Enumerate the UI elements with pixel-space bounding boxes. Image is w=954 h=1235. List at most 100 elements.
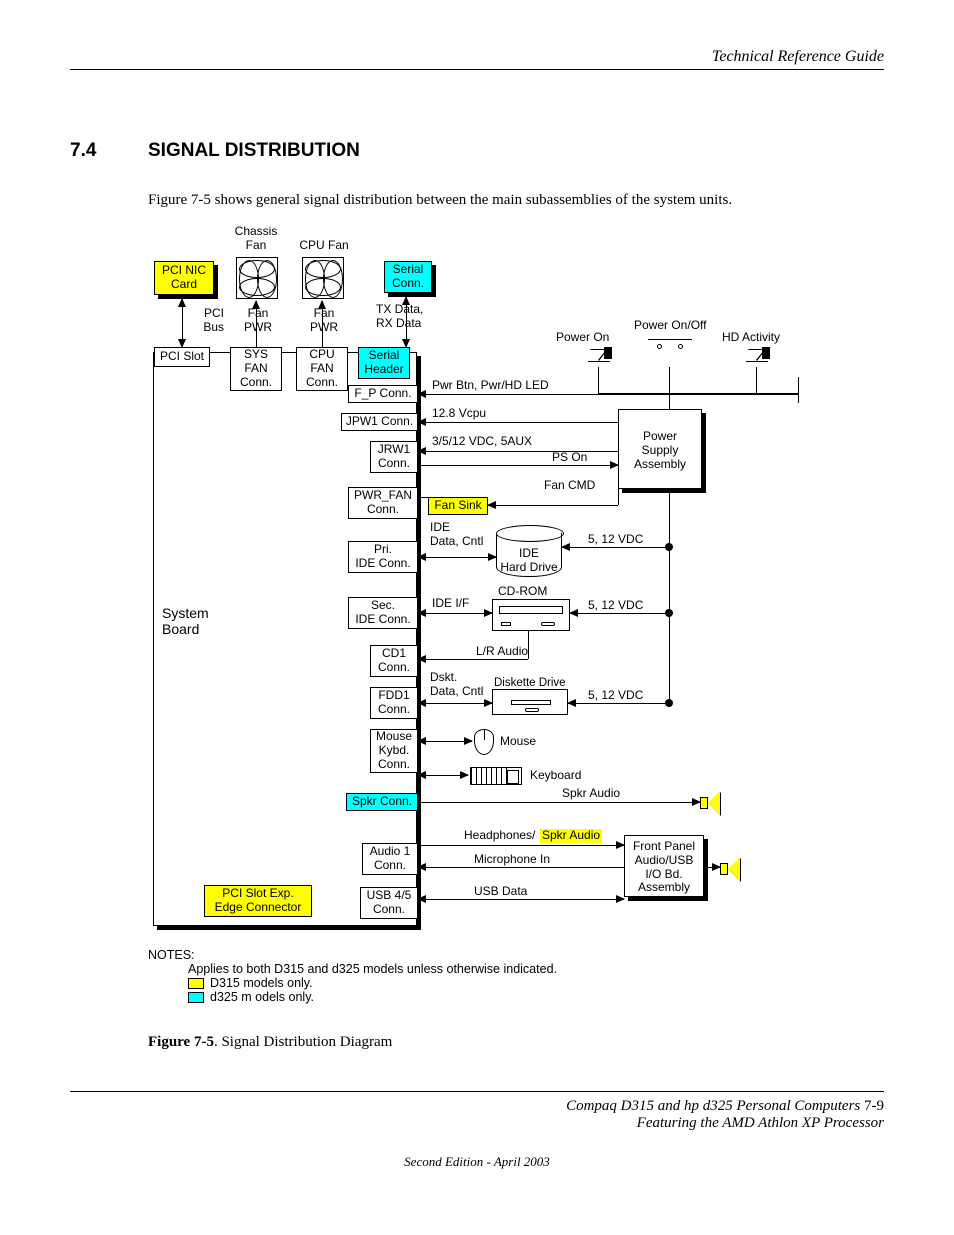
system-board-label: System Board — [162, 605, 209, 637]
arrow-serial — [406, 297, 407, 347]
arr-lraudio-up — [528, 631, 529, 659]
sig-hp: Headphones/ — [464, 829, 535, 843]
arr-vdcaux — [418, 451, 618, 452]
arr-ide-pwr — [562, 547, 670, 548]
arr-mic — [418, 867, 624, 868]
label-diskette: Diskette Drive — [494, 677, 566, 690]
arr-fan-stub — [418, 497, 428, 498]
box-audio1: Audio 1 Conn. — [362, 843, 418, 875]
box-psu: Power Supply Assembly — [618, 409, 702, 489]
arr-fp — [418, 394, 798, 395]
diskette-icon — [492, 689, 568, 715]
box-jrw1: JRW1 Conn. — [370, 441, 418, 473]
notes-d325: d325 m odels only. — [210, 990, 314, 1004]
label-pci-bus: PCI Bus — [190, 307, 224, 335]
box-cpu-fan: CPU FAN Conn. — [296, 347, 348, 391]
section-number: 7.4 — [70, 140, 148, 162]
arr-fp-up — [798, 377, 799, 395]
section-title: SIGNAL DISTRIBUTION — [148, 140, 360, 162]
footer-line2: Featuring the AMD Athlon XP Processor — [70, 1115, 884, 1132]
sig-512-3: 5, 12 VDC — [588, 689, 643, 703]
intro-text: Figure 7-5 shows general signal distribu… — [148, 192, 884, 209]
signal-diagram: System Board Chassis Fan CPU Fan PCI NIC… — [148, 227, 818, 930]
arr-ideif — [418, 613, 492, 614]
box-fp-conn: F_P Conn. — [348, 385, 418, 403]
section-heading: 7.4 SIGNAL DISTRIBUTION — [70, 140, 884, 162]
box-jpw1: JPW1 Conn. — [341, 413, 418, 431]
legend-yellow-icon — [188, 978, 204, 989]
label-hd-activity: HD Activity — [722, 331, 780, 345]
sig-pwrbtn: Pwr Btn, Pwr/HD LED — [432, 379, 549, 393]
box-sys-fan: SYS FAN Conn. — [230, 347, 282, 391]
arr-usb — [418, 899, 624, 900]
box-spkr-conn: Spkr Conn. — [346, 793, 418, 811]
page-header: Technical Reference Guide — [70, 48, 884, 70]
box-pci-edge: PCI Slot Exp. Edge Connector — [204, 885, 312, 917]
chassis-fan-icon — [236, 257, 278, 299]
footer-line1: Compaq D315 and hp d325 Personal Compute… — [566, 1098, 860, 1114]
sig-fancmd: Fan CMD — [544, 479, 595, 493]
arr-mouse — [418, 741, 472, 742]
notes-line1: Applies to both D315 and d325 models unl… — [188, 962, 884, 976]
arr-cd-pwr — [570, 613, 670, 614]
box-usb45: USB 4/5 Conn. — [360, 887, 418, 919]
mouse-icon — [474, 729, 494, 755]
system-board-box — [153, 352, 417, 926]
box-pci-slot: PCI Slot — [154, 347, 210, 367]
arr-spkr — [418, 802, 700, 803]
arr-kbd — [418, 775, 468, 776]
line-led2-down — [756, 367, 757, 393]
sig-pson: PS On — [552, 451, 587, 465]
box-serial-conn: Serial Conn. — [384, 261, 432, 293]
page-footer: Compaq D315 and hp d325 Personal Compute… — [70, 1098, 884, 1132]
figure-wrapper: System Board Chassis Fan CPU Fan PCI NIC… — [148, 227, 884, 930]
arr-pson — [418, 465, 618, 466]
arr-vcpu — [418, 422, 618, 423]
label-ide-hd: IDE Hard Drive — [496, 547, 562, 575]
notes-d315: D315 models only. — [210, 976, 313, 990]
sig-512-2: 5, 12 VDC — [588, 599, 643, 613]
caption-ref: Figure 7-5 — [148, 1034, 214, 1050]
label-txrx: TX Data, RX Data — [376, 303, 446, 331]
box-front-panel: Front Panel Audio/USB I/O Bd. Assembly — [624, 835, 704, 897]
arr-dskt — [418, 703, 492, 704]
arr-fp-spk — [704, 867, 720, 868]
sig-ideif: IDE I/F — [432, 597, 469, 611]
footer-rule: Compaq D315 and hp d325 Personal Compute… — [70, 1091, 884, 1170]
label-mouse: Mouse — [500, 735, 536, 749]
arr-fancmd-up — [618, 489, 619, 505]
arr-lraudio — [418, 659, 528, 660]
label-cpu-fan: CPU Fan — [292, 239, 356, 253]
sig-lraudio: L/R Audio — [476, 645, 528, 659]
cpu-fan-icon — [302, 257, 344, 299]
keyboard-icon — [470, 767, 522, 785]
arr-dsk-pwr — [568, 703, 670, 704]
box-pwrfan: PWR_FAN Conn. — [348, 487, 418, 519]
sig-dskt: Dskt. Data, Cntl — [430, 671, 483, 699]
label-fan-pwr2: Fan PWR — [304, 307, 344, 335]
label-power-on: Power On — [556, 331, 609, 345]
psu-trunk — [669, 489, 670, 703]
sig-usb: USB Data — [474, 885, 527, 899]
notes-heading: NOTES: — [148, 948, 884, 962]
sig-vcpu: 12.8 Vcpu — [432, 407, 486, 421]
footer-page: 7-9 — [860, 1098, 884, 1114]
power-switch-icon — [648, 335, 692, 361]
box-pci-nic: PCI NIC Card — [154, 261, 214, 295]
sig-512-1: 5, 12 VDC — [588, 533, 643, 547]
arrow-pci-bus — [182, 299, 183, 347]
box-fdd1: FDD1 Conn. — [370, 687, 418, 719]
figure-caption: Figure 7-5. Signal Distribution Diagram — [148, 1034, 884, 1051]
label-cdrom: CD-ROM — [498, 585, 547, 599]
header-title: Technical Reference Guide — [712, 48, 884, 65]
line-led1-down — [598, 367, 599, 393]
box-cd1: CD1 Conn. — [370, 645, 418, 677]
arrow-fan1 — [256, 301, 257, 347]
cdrom-icon — [492, 599, 570, 631]
sig-spkr: Spkr Audio — [562, 787, 620, 801]
speaker-icon-2 — [720, 855, 742, 883]
arr-fancmd — [488, 505, 618, 506]
sig-vdcaux: 3/5/12 VDC, 5AUX — [432, 435, 532, 449]
caption-text: . Signal Distribution Diagram — [214, 1034, 392, 1050]
footer-edition: Second Edition - April 2003 — [70, 1154, 884, 1170]
